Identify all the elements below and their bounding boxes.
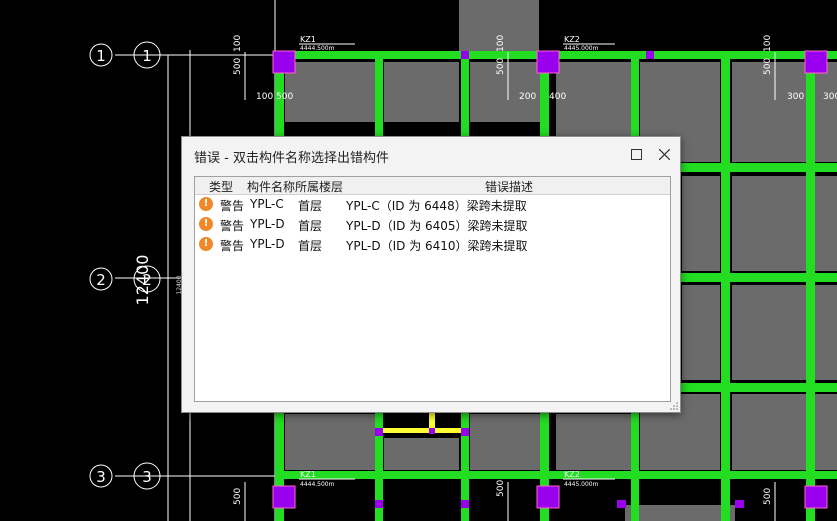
close-button[interactable] [652, 143, 676, 165]
dim-500-left: 500 [276, 92, 293, 102]
list-item[interactable]: ! 警告 YPL-C 首层 YPL-C（ID 为 6448）梁跨未提取 [195, 195, 670, 215]
column-tag-kz2-top: KZ2 [564, 35, 580, 44]
dim-300-right: 300 [787, 92, 804, 102]
warning-icon: ! [199, 237, 213, 251]
column-kz2-bottom [536, 485, 560, 509]
row-type: 警告 [220, 239, 245, 253]
maximize-button[interactable] [624, 143, 648, 165]
column-kz1-bottom [272, 485, 296, 509]
column-tag-kz1-top: KZ1 [300, 35, 316, 44]
error-list[interactable]: 类型 构件名称 所属楼层 错误描述 ! 警告 YPL-C 首层 YPL-C（ID… [194, 176, 671, 402]
warning-icon: ! [199, 217, 213, 231]
row-desc: YPL-D（ID 为 6410）梁跨未提取 [346, 239, 528, 253]
resize-grip-icon[interactable] [670, 402, 678, 410]
column-header-desc[interactable]: 错误描述 [485, 178, 533, 195]
warning-icon: ! [199, 197, 213, 211]
column-tag-kz1-bottom: KZ1 [300, 470, 316, 479]
dim-500-top-mid: 500 [496, 58, 506, 75]
axis-label-3a: 3 [96, 468, 106, 486]
dim-100-top-left: 100 [233, 35, 243, 52]
dim-500-bottom-mid: 500 [496, 480, 506, 497]
row-name[interactable]: YPL-C [250, 197, 284, 211]
axis-label-3b: 3 [142, 468, 152, 486]
axis-label-2a: 2 [96, 271, 106, 289]
maximize-icon [630, 148, 642, 160]
list-header: 类型 构件名称 所属楼层 错误描述 [195, 177, 670, 195]
dim-200-mid: 200 [519, 92, 536, 102]
dim-100-top-right: 100 [763, 35, 773, 52]
dim-300-right-b: 300 [823, 92, 837, 102]
dim-500-top-left: 500 [233, 58, 243, 75]
row-name[interactable]: YPL-D [250, 217, 285, 231]
row-floor: 首层 [298, 199, 323, 213]
column-header-name[interactable]: 构件名称 [247, 178, 295, 195]
dim-500-bottom-left: 500 [233, 488, 243, 505]
column-elev-kz1-top: 4444.500m [300, 45, 335, 52]
column-elev-kz2-bottom: 4445.000m [564, 481, 599, 488]
column-kz2-top [536, 50, 560, 74]
row-desc: YPL-C（ID 为 6448）梁跨未提取 [346, 199, 527, 213]
dim-400-mid: 400 [549, 92, 566, 102]
row-floor: 首层 [298, 239, 323, 253]
column-right-bottom [804, 485, 828, 509]
column-right-top [804, 50, 828, 74]
dim-12400: 12400 [133, 255, 152, 306]
axis-label-1a: 1 [96, 47, 106, 65]
dim-500-bottom-right: 500 [763, 488, 773, 505]
list-item[interactable]: ! 警告 YPL-D 首层 YPL-D（ID 为 6405）梁跨未提取 [195, 215, 670, 235]
error-dialog[interactable]: 错误 - 双击构件名称选择出错构件 类型 构件名称 所属楼层 错误描述 ! 警告… [181, 136, 681, 413]
dialog-title: 错误 - 双击构件名称选择出错构件 [194, 151, 389, 166]
column-header-type[interactable]: 类型 [209, 178, 233, 195]
row-type: 警告 [220, 199, 245, 213]
dim-100-top-mid: 100 [496, 35, 506, 52]
dim-500-top-right: 500 [763, 58, 773, 75]
column-header-floor[interactable]: 所属楼层 [295, 178, 343, 195]
row-type: 警告 [220, 219, 245, 233]
list-item[interactable]: ! 警告 YPL-D 首层 YPL-D（ID 为 6410）梁跨未提取 [195, 235, 670, 255]
row-name[interactable]: YPL-D [250, 237, 285, 251]
column-elev-kz1-bottom: 4444.500m [300, 481, 335, 488]
axis-label-1b: 1 [142, 47, 152, 65]
row-floor: 首层 [298, 219, 323, 233]
column-tag-kz2-bottom: KZ2 [564, 470, 580, 479]
column-kz1-top [272, 50, 296, 74]
dim-100-left: 100 [256, 92, 273, 102]
column-elev-kz2-top: 4445.000m [564, 45, 599, 52]
row-desc: YPL-D（ID 为 6405）梁跨未提取 [346, 219, 528, 233]
highlighted-beam[interactable] [383, 413, 461, 433]
close-icon [658, 148, 670, 160]
